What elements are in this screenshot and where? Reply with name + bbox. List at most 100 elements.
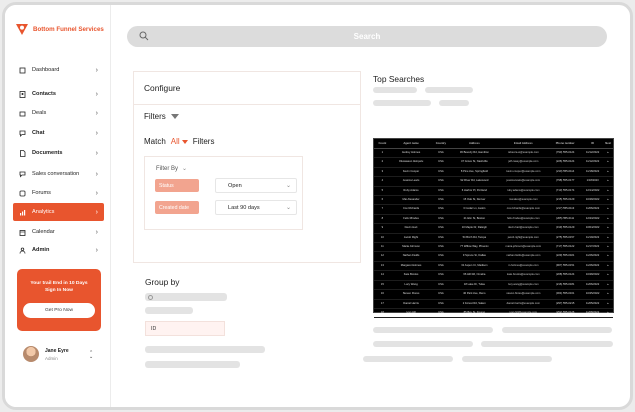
sidebar-item-forums[interactable]: Forums › [13,184,104,202]
match-row: Match All Filters [144,137,214,146]
sidebar-item-chat[interactable]: Chat › [13,124,104,142]
table-row[interactable]: 6 Mai Alexander USA 15 Oak St, Denver mai.al… [374,195,613,206]
table-cell[interactable]: ▸ [603,214,613,225]
table-row[interactable]: 16 Steven Flores USA 40 Park Ave, Reno steve… [374,289,613,300]
table-cell[interactable]: ▸ [603,270,613,281]
table-row[interactable]: 18 Ivan Hill USA 85 Bay St, Fresno ivan.hill… [374,308,613,319]
placeholder-bar [373,327,493,333]
table-cell[interactable]: ▸ [603,233,613,244]
table-cell: ruby.adams@example.com [498,186,549,197]
table-cell: 15 [374,280,391,291]
table-cell[interactable]: ▸ [603,148,613,159]
triangle-down-icon [181,139,188,144]
sidebar-item-deals[interactable]: Deals › [13,104,104,122]
chevron-up-down-icon[interactable]: ⌃ ⌄ [89,351,93,360]
column-header[interactable]: Email Address [498,139,549,149]
table-row[interactable]: 14 Kate Brooks USA 66 Hill Rd, Omaha kate.br… [374,270,613,281]
table-row[interactable]: 5 Ruby Adams USA 6 Harbor Pl, Portland ruby.… [374,186,613,197]
table-row[interactable]: 15 Lucy Wang USA 18 Lake Dr, Tulsa lucy.wang… [374,280,613,291]
table-row[interactable]: 3 Kevin Cooper USA 8 Pine Ave, Springfield k… [374,167,613,178]
column-header[interactable]: Count [374,139,391,149]
column-header[interactable]: Next [603,139,613,149]
column-header[interactable]: ID [581,139,604,149]
contacts-icon [19,90,26,98]
filter-by-dropdown[interactable]: Filter By ⌄ [156,165,187,173]
sidebar-item-label: Dashboard [32,67,60,73]
sidebar-item-analytics[interactable]: Analytics › [13,203,104,221]
get-pro-button[interactable]: Get Pro Now [23,303,95,318]
column-header[interactable]: Country [431,139,451,149]
table-cell: 14 [374,270,391,281]
table-cell: 10/28/2022 [581,195,604,206]
sidebar-item-dashboard[interactable]: Dashboard › [13,61,104,79]
table-cell[interactable]: ▸ [603,251,613,262]
column-header[interactable]: Agent name [390,139,432,149]
column-header[interactable]: Phone number [548,139,582,149]
brand[interactable]: Bottom Funnel Services [15,22,104,36]
table-cell: 9 [374,223,391,234]
table-row[interactable]: 1 Audrey Holmes USA 36 Beverly Rd, Hamilton… [374,148,613,159]
table-row[interactable]: 2 Oluwaseun Akinpelu USA 47 Grove St, Nashv… [374,157,613,168]
profile-info: Jane Eyre Admin [45,348,69,361]
table-cell: maria.johnson@example.com [498,242,549,253]
group-by-id-field[interactable]: ID [145,321,225,336]
promo-text: Your trail End in 10 Days Sign In Now [17,280,101,294]
table-row[interactable]: 10 Jacob Right USA 54 Birch Rd, Tampa jacob.… [374,233,613,244]
table-cell: USA [431,148,451,159]
table-cell[interactable]: ▸ [603,280,613,291]
group-by-radio[interactable] [148,295,153,300]
table-row[interactable]: 13 Margaret Holmes USA 31 Aspen Ct, Madison… [374,261,613,272]
table-cell: 77 Willow Way, Phoenix [450,242,499,253]
profile-switcher[interactable]: Jane Eyre Admin ⌃ ⌄ [23,346,93,362]
column-header[interactable]: Address [450,139,499,149]
table-row[interactable]: 4 Jessica Lewis USA 92 River Rd, Lakewood je… [374,176,613,187]
table-cell: 6 Harbor Pl, Portland [450,186,499,197]
table-cell: (798) 555-0177 [548,176,582,187]
table-cell[interactable]: ▸ [603,167,613,178]
table-cell[interactable]: ▸ [603,308,613,319]
match-mode-dropdown[interactable]: All [171,137,188,146]
table-cell: 18 Lake Dr, Tulsa [450,280,499,291]
filter-box: Filter By ⌄ Status Open ⌄ Created date L… [144,156,303,230]
table-row[interactable]: 12 Nathan Fields USA 9 Spruce St, Dallas nat… [374,251,613,262]
table-cell: Cox Richards [390,204,432,215]
table-cell[interactable]: ▸ [603,299,613,309]
search-bar[interactable]: Search [127,26,607,47]
filter-value-created-date[interactable]: Last 90 days ⌄ [215,200,297,215]
table-cell[interactable]: ▸ [603,157,613,168]
sidebar-item-sales-conversation[interactable]: Sales conversation › [13,165,104,183]
table-cell: (219) 555-0114 [548,167,582,178]
table-cell[interactable]: ▸ [603,242,613,253]
sidebar-item-documents[interactable]: Documents › [13,144,104,162]
filter-by-label: Filter By [156,165,179,172]
table-row[interactable]: 9 Devin Hart USA 10 Maple Dr, Raleigh devin.… [374,223,613,234]
sidebar-item-label: Chat [32,130,45,136]
filters-toggle[interactable]: Filters [144,112,179,121]
table-row[interactable]: 7 Cox Richards USA 3 Cedar Ln, Austin cox.ri… [374,204,613,215]
filter-value-status[interactable]: Open ⌄ [215,178,297,193]
table-cell[interactable]: ▸ [603,176,613,187]
table-row[interactable]: 17 Daniel Harris USA 2 Forest Rd, Salem dani… [374,299,613,309]
filters-label: Filters [144,112,166,121]
table-cell: (275) 555-0157 [548,233,582,244]
table-row[interactable]: 11 Maria Johnson USA 77 Willow Way, Phoenix… [374,242,613,253]
table-cell: 12 [374,251,391,262]
sidebar-item-calendar[interactable]: Calendar › [13,223,104,241]
search-input[interactable]: Search [127,32,607,41]
table-cell[interactable]: ▸ [603,195,613,206]
table-cell[interactable]: ▸ [603,204,613,215]
table-cell[interactable]: ▸ [603,289,613,300]
table-row[interactable]: 8 Felix Rhodes USA 21 Elm St, Boston felix.r… [374,214,613,225]
table-cell[interactable]: ▸ [603,223,613,234]
filter-field-created-date[interactable]: Created date [155,201,199,214]
table-cell[interactable]: ▸ [603,186,613,197]
chevron-right-icon: › [95,66,98,74]
sidebar-item-contacts[interactable]: Contacts › [13,85,104,103]
top-searches-title: Top Searches [373,74,425,84]
dashboard-icon [19,67,26,74]
sidebar-item-admin[interactable]: Admin › [13,241,104,259]
table-cell: Mai Alexander [390,195,432,206]
filter-field-status[interactable]: Status [155,179,199,192]
table-cell: 66 Hill Rd, Omaha [450,270,499,281]
table-cell[interactable]: ▸ [603,261,613,272]
